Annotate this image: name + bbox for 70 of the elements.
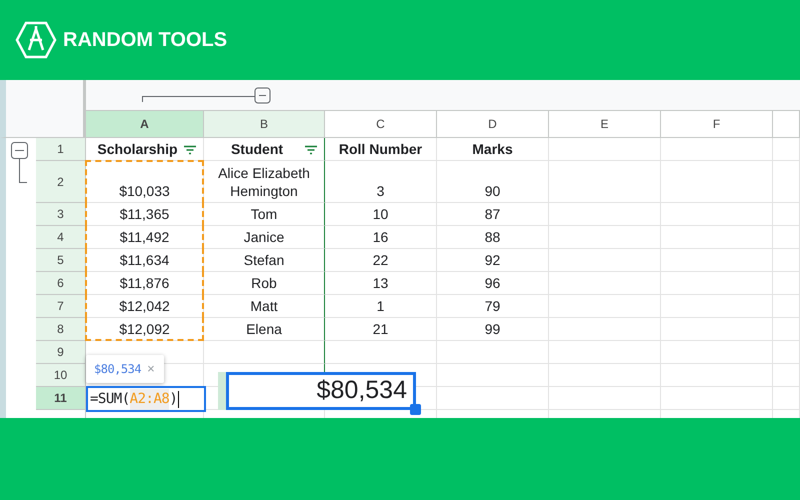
row-header[interactable]: 6 [36, 272, 86, 295]
table-cell [773, 203, 800, 226]
cell-text: $11,634 [120, 251, 170, 269]
row-header[interactable]: 4 [36, 226, 86, 249]
cell-text: 96 [484, 274, 500, 292]
cell-text: 79 [484, 297, 500, 315]
row-header[interactable]: 9 [36, 341, 86, 364]
row-header[interactable]: 7 [36, 295, 86, 318]
table-cell [773, 272, 800, 295]
cell-text: 88 [484, 228, 500, 246]
table-cell [773, 295, 800, 318]
table-cell [773, 318, 800, 341]
table-cell [773, 341, 800, 364]
fill-handle[interactable] [410, 404, 421, 415]
row-header[interactable]: 3 [36, 203, 86, 226]
cell-text: 3 [376, 182, 384, 200]
column-group-collapse-icon[interactable] [142, 86, 272, 104]
formula-input-field[interactable]: =SUM(A2:A8) [86, 386, 206, 412]
cell-text: Tom [250, 205, 278, 223]
column-header[interactable]: B [204, 111, 325, 138]
table-cell [773, 138, 800, 161]
cell-text: $11,365 [120, 205, 170, 223]
row-header[interactable]: 1 [36, 138, 86, 161]
column-header[interactable]: E [549, 111, 661, 138]
table-cell [773, 226, 800, 249]
row-header[interactable]: 10 [36, 364, 86, 387]
cell-text: Matt [250, 297, 278, 315]
column-title: Marks [472, 140, 513, 158]
column-title: Roll Number [338, 140, 422, 158]
cell-text: 1 [376, 297, 384, 315]
cell-text: 22 [372, 251, 388, 269]
compass-logo-icon [15, 21, 57, 59]
row-header[interactable]: 5 [36, 249, 86, 272]
tooltip-value: $80,534 [94, 361, 142, 378]
cell-text: 90 [484, 182, 500, 200]
column-header[interactable]: A [86, 111, 204, 138]
row-header[interactable]: 11 [36, 387, 86, 410]
result-cell[interactable]: $80,534 [226, 372, 416, 410]
filter-icon[interactable] [183, 145, 197, 155]
cell-text: 13 [372, 274, 388, 292]
cell-text: Stefan [244, 251, 284, 269]
cell-text: 99 [484, 320, 500, 338]
column-title: Scholarship [97, 140, 178, 158]
table-cell [773, 249, 800, 272]
cell-text: $12,042 [119, 297, 170, 315]
brand-name: RANDOM TOOLS [63, 28, 228, 53]
cell-highlight [218, 372, 226, 410]
filter-icon[interactable] [304, 145, 318, 155]
column-header[interactable]: C [325, 111, 437, 138]
cell-text: Janice [244, 228, 284, 246]
cell-text: 16 [372, 228, 388, 246]
row-header[interactable]: 8 [36, 318, 86, 341]
row-header[interactable]: 2 [36, 161, 86, 203]
cell-text: 87 [484, 205, 500, 223]
cell-text: Elena [246, 320, 282, 338]
cell-text: 21 [372, 320, 388, 338]
table-cell [773, 161, 800, 203]
cell-text: 92 [484, 251, 500, 269]
column-header[interactable]: F [661, 111, 773, 138]
cell-text: $12,092 [119, 320, 170, 338]
cell-text: $11,876 [120, 274, 170, 292]
cell-text: 10 [372, 205, 388, 223]
cell-text: Alice Elizabeth Hemington [217, 164, 311, 200]
cell-text: Rob [251, 274, 277, 292]
table-cell [773, 364, 800, 387]
column-header[interactable]: D [437, 111, 549, 138]
cell-text: $11,492 [120, 228, 170, 246]
table-cell [773, 387, 800, 410]
cell-text: $10,033 [119, 182, 170, 200]
column-title: Student [230, 140, 284, 158]
